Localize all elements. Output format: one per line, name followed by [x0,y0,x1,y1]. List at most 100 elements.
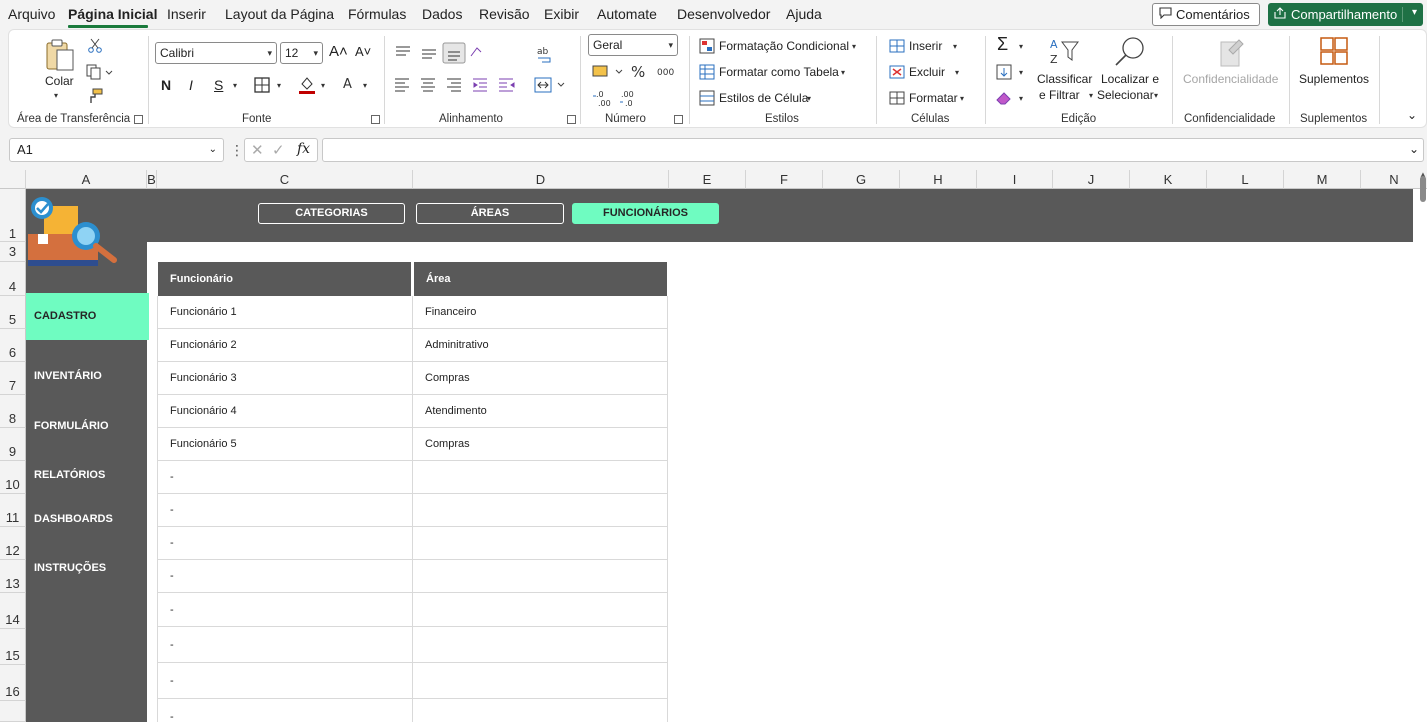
column-header-l[interactable]: L [1207,170,1284,189]
sidebar-item-formulario[interactable]: FORMULÁRIO [26,417,147,435]
menu-pagina-inicial[interactable]: Página Inicial [68,6,157,22]
shrink-font-icon[interactable]: A˅ [355,44,371,59]
clear-icon[interactable] [995,90,1013,106]
table-cell[interactable]: Funcionário 4 [158,395,412,428]
row-header-12[interactable]: 12 [0,527,26,560]
table-cell[interactable] [413,461,667,494]
addins-button[interactable]: Suplementos [1299,72,1369,86]
font-color-dropdown[interactable]: ▾ [363,81,367,90]
name-box[interactable]: A1 ⌄ [9,138,224,162]
table-cell[interactable]: Funcionário 2 [158,329,412,362]
table-cell[interactable]: Atendimento [413,395,667,428]
menu-ajuda[interactable]: Ajuda [786,6,822,22]
row-header-6[interactable]: 6 [0,329,26,362]
column-header-a[interactable]: A [26,170,147,189]
worksheet-grid[interactable]: A B C D E F G H I J K L M N 1 3 4 5 6 7 … [0,170,1427,722]
vertical-scrollbar[interactable] [1420,176,1426,202]
decimal-buttons[interactable]: .0.00 .00.0 [591,88,651,108]
underline-button[interactable]: S [214,77,223,93]
table-cell[interactable] [413,560,667,593]
table-cell[interactable] [413,627,667,663]
find-select-icon[interactable] [1113,36,1147,68]
sidebar-item-instrucoes[interactable]: INSTRUÇÕES [26,559,147,577]
table-cell[interactable]: - [158,560,412,593]
fill-icon[interactable] [995,64,1013,80]
addins-icon[interactable] [1319,36,1349,66]
font-color-icon[interactable]: A [340,75,356,95]
insert-cells-button[interactable]: Inserir [909,39,942,53]
merge-center-icon[interactable] [533,76,567,94]
format-painter-icon[interactable] [87,88,103,104]
sort-filter-label-2[interactable]: e Filtrar [1039,88,1080,102]
table-cell[interactable]: - [158,461,412,494]
copy-icon[interactable] [85,64,115,80]
format-as-table-button[interactable]: Formatar como Tabela [719,65,839,79]
cancel-icon[interactable]: ✕ [251,141,264,159]
insert-function-icon[interactable]: fx [297,141,310,157]
table-cell[interactable] [413,593,667,627]
row-header-17[interactable] [0,701,26,722]
row-header-13[interactable]: 13 [0,560,26,593]
sidebar-item-dashboards[interactable]: DASHBOARDS [26,510,147,528]
column-header-b[interactable]: B [147,170,157,189]
number-format-buttons[interactable]: % 000 [591,62,681,82]
table-cell[interactable]: Funcionário 5 [158,428,412,461]
more-options-icon[interactable]: ⋮ [230,142,244,159]
select-all-corner[interactable] [0,170,26,189]
row-header-4[interactable]: 4 [0,262,26,296]
table-header-area[interactable]: Área [414,262,667,296]
menu-desenvolvedor[interactable]: Desenvolvedor [677,6,770,22]
table-cell[interactable]: - [158,663,412,699]
row-header-9[interactable]: 9 [0,428,26,461]
find-select-label-2[interactable]: Selecionar [1097,88,1154,102]
row-header-1[interactable]: 1 [0,189,26,242]
row-header-3[interactable]: 3 [0,242,26,262]
horizontal-align-icons[interactable] [393,76,517,94]
italic-button[interactable]: I [189,77,193,93]
menu-exibir[interactable]: Exibir [544,6,579,22]
font-size-select[interactable]: 12 ▾ [280,42,323,64]
row-header-5[interactable]: 5 [0,296,26,329]
fill-color-dropdown[interactable]: ▾ [321,81,325,90]
ribbon-collapse-icon[interactable]: ⌄ [1407,108,1417,122]
chevron-down-icon[interactable]: ▾ [1412,7,1417,18]
table-cell[interactable]: - [158,527,412,560]
table-cell[interactable]: - [158,627,412,663]
borders-icon[interactable] [254,77,270,93]
menu-formulas[interactable]: Fórmulas [348,6,406,22]
row-header-14[interactable]: 14 [0,593,26,629]
number-format-select[interactable]: Geral ▾ [588,34,678,56]
menu-layout[interactable]: Layout da Página [225,6,334,22]
table-cell[interactable]: Compras [413,362,667,395]
tab-categorias[interactable]: CATEGORIAS [258,203,405,224]
formula-input[interactable]: ⌄ [322,138,1424,162]
column-header-h[interactable]: H [900,170,977,189]
tab-areas[interactable]: ÁREAS [416,203,564,224]
column-header-m[interactable]: M [1284,170,1361,189]
menu-dados[interactable]: Dados [422,6,462,22]
bold-button[interactable]: N [161,77,171,93]
column-header-g[interactable]: G [823,170,900,189]
table-cell[interactable]: - [158,494,412,527]
font-name-select[interactable]: Calibri ▾ [155,42,277,64]
sort-filter-label-1[interactable]: Classificar [1037,72,1092,86]
find-select-label-1[interactable]: Localizar e [1101,72,1159,86]
row-header-7[interactable]: 7 [0,362,26,395]
table-cell[interactable]: Financeiro [413,296,667,329]
expand-formula-icon[interactable]: ⌄ [1409,142,1419,156]
menu-arquivo[interactable]: Arquivo [8,6,55,22]
sidebar-item-inventario[interactable]: INVENTÁRIO [26,367,147,385]
tab-funcionarios[interactable]: FUNCIONÁRIOS [572,203,719,224]
table-header-funcionario[interactable]: Funcionário [158,262,411,296]
table-cell[interactable]: - [158,593,412,627]
delete-cells-button[interactable]: Excluir [909,65,945,79]
cut-icon[interactable] [87,38,103,54]
alignment-launcher-icon[interactable] [567,115,576,124]
enter-icon[interactable]: ✓ [272,141,285,159]
table-cell[interactable]: - [158,699,412,722]
table-cell[interactable]: Funcionário 1 [158,296,412,329]
table-cell[interactable] [413,494,667,527]
underline-dropdown[interactable]: ▾ [233,81,237,90]
format-cells-button[interactable]: Formatar [909,91,958,105]
paste-icon[interactable] [43,38,77,72]
